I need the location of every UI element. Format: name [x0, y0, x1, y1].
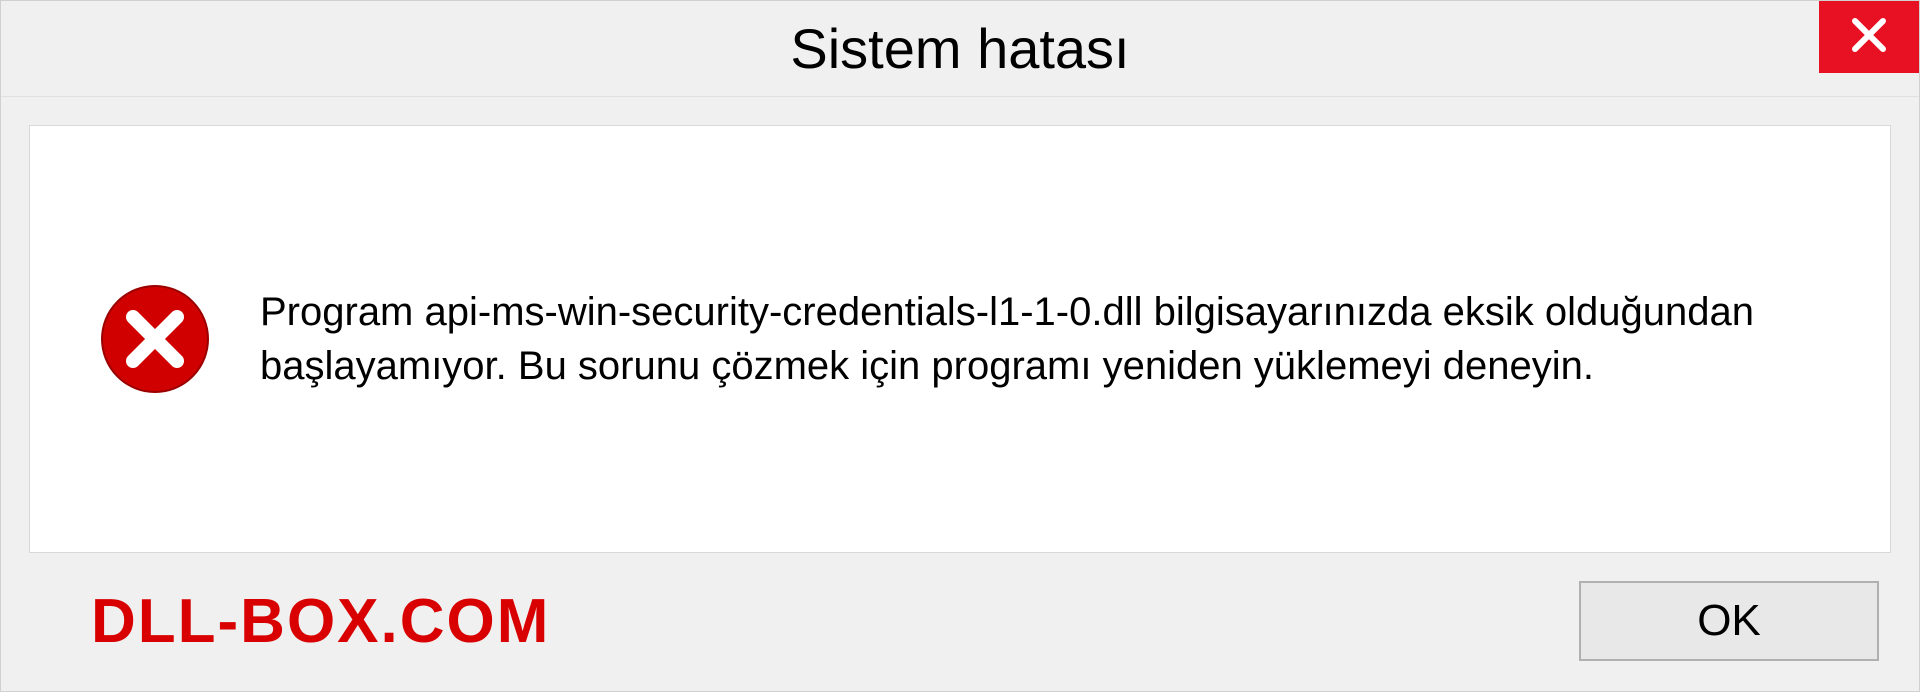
ok-button[interactable]: OK: [1579, 581, 1879, 661]
close-button[interactable]: [1819, 1, 1919, 73]
error-message: Program api-ms-win-security-credentials-…: [260, 285, 1820, 393]
titlebar: Sistem hatası: [1, 1, 1919, 97]
watermark-text: DLL-BOX.COM: [91, 586, 550, 657]
footer: DLL-BOX.COM OK: [1, 571, 1919, 691]
dialog-title: Sistem hatası: [790, 16, 1129, 81]
close-icon: [1849, 15, 1889, 60]
content-area: Program api-ms-win-security-credentials-…: [29, 125, 1891, 553]
error-icon: [100, 284, 210, 394]
error-dialog: Sistem hatası Program api-ms-win-securit…: [0, 0, 1920, 692]
